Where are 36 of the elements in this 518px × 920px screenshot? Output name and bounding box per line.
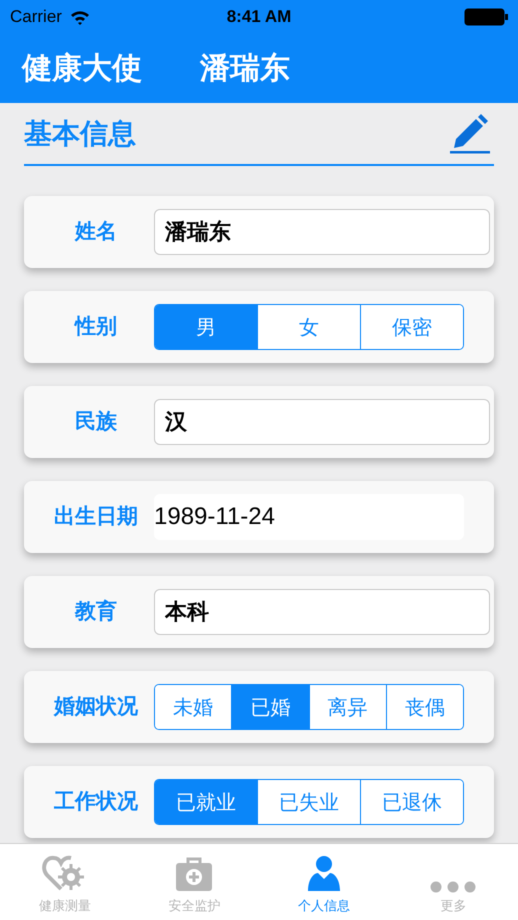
field-label: 教育	[74, 598, 118, 626]
input-field[interactable]: 汉	[154, 399, 490, 445]
segment-option[interactable]: 女	[257, 305, 360, 349]
tab-item[interactable]: 更多	[388, 844, 518, 920]
date-field[interactable]: 1989-11-24	[154, 494, 464, 540]
field-label: 工作状况	[53, 788, 139, 816]
edit-button[interactable]	[450, 114, 492, 154]
carrier-text: Carrier	[10, 6, 62, 28]
field-label: 性别	[73, 313, 118, 340]
segment-option[interactable]: 已退休	[360, 780, 463, 824]
segment-option[interactable]: 已婚	[231, 685, 308, 729]
field-label: 出生日期	[53, 503, 139, 530]
pencil-icon	[450, 114, 492, 154]
clock-text: 8:41 AM	[226, 6, 292, 28]
tab-item[interactable]: 个人信息	[259, 844, 388, 920]
input-field[interactable]: 潘瑞东	[154, 209, 490, 255]
tab-item[interactable]: 安全监护	[130, 844, 259, 920]
person-icon	[306, 854, 342, 892]
segment-option[interactable]: 未婚	[155, 685, 232, 729]
field-label: 姓名	[74, 218, 118, 246]
tab-item[interactable]: 健康测量	[0, 844, 130, 920]
user-name: 潘瑞东	[200, 50, 290, 88]
segment-option[interactable]: 已就业	[155, 780, 257, 824]
more-icon	[430, 880, 476, 892]
battery-icon	[464, 8, 508, 26]
section-title: 基本信息	[24, 116, 136, 152]
segment-option[interactable]: 男	[155, 305, 257, 349]
segment-option[interactable]: 丧偶	[386, 685, 463, 729]
medical-kit-icon	[174, 856, 214, 892]
wifi-icon	[70, 10, 90, 24]
segment-option[interactable]: 保密	[360, 305, 463, 349]
field-label: 民族	[74, 408, 118, 436]
app-title: 健康大使	[22, 50, 142, 88]
segment-option[interactable]: 已失业	[257, 780, 360, 824]
segment-option[interactable]: 离异	[308, 685, 386, 729]
field-label: 婚姻状况	[52, 693, 139, 720]
